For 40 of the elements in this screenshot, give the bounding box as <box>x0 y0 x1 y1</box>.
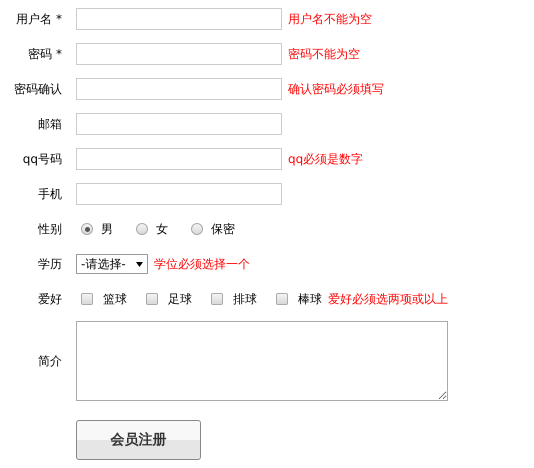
option-label: 排球 <box>233 290 257 308</box>
checkbox[interactable] <box>211 293 223 305</box>
dropdown[interactable]: -请选择- <box>76 254 148 274</box>
radio-button[interactable] <box>81 223 93 235</box>
checkbox[interactable] <box>276 293 288 305</box>
text-area[interactable] <box>76 321 448 401</box>
checkbox[interactable] <box>146 293 158 305</box>
field-label: 用户名 * <box>15 11 62 28</box>
field-label: qq号码 <box>22 151 62 168</box>
option-label: 女 <box>156 220 168 238</box>
field-label: 密码确认 <box>13 81 62 98</box>
input-field[interactable] <box>76 78 282 100</box>
input-field[interactable] <box>76 148 282 170</box>
error-message: 密码不能为空 <box>288 46 360 62</box>
input-field[interactable] <box>76 43 282 65</box>
option-label: 男 <box>101 220 113 238</box>
radio-button[interactable] <box>191 223 203 235</box>
field-label: 性别 <box>36 221 62 238</box>
register-button[interactable]: 会员注册 <box>76 420 201 460</box>
option-label: 保密 <box>211 220 235 238</box>
field-label: 邮箱 <box>37 116 62 133</box>
option-label: 篮球 <box>103 290 127 308</box>
field-label: 密码 * <box>27 46 62 63</box>
error-message: 爱好必须选两项或以上 <box>328 290 448 308</box>
input-field[interactable] <box>76 183 282 205</box>
field-label: 简介 <box>37 352 62 370</box>
field-label: 爱好 <box>37 291 62 308</box>
input-field[interactable] <box>76 113 282 135</box>
error-message: 学位必须选择一个 <box>154 256 250 272</box>
option-label: 足球 <box>168 290 192 308</box>
option-label: 棒球 <box>298 290 322 308</box>
radio-button[interactable] <box>136 223 148 235</box>
error-message: 用户名不能为空 <box>288 10 372 28</box>
field-label: 学历 <box>37 256 62 273</box>
field-label: 手机 <box>37 186 62 203</box>
caret-icon <box>136 262 143 266</box>
checkbox[interactable] <box>81 293 93 305</box>
error-message: 确认密码必须填写 <box>288 80 384 98</box>
error-message: qq必须是数字 <box>288 150 364 168</box>
input-field[interactable] <box>76 8 282 30</box>
